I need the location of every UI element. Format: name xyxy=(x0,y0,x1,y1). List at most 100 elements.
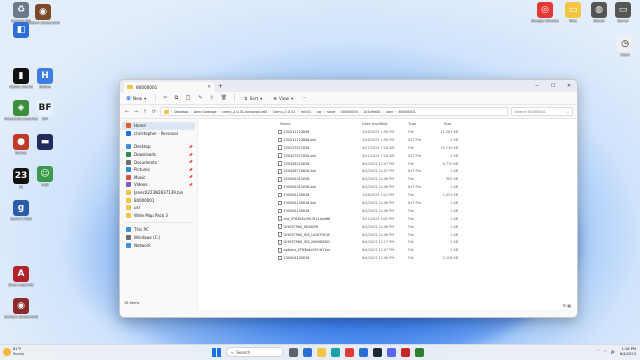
cut-icon[interactable]: ✂ xyxy=(163,95,167,101)
sidebar-item[interactable]: Janec0223N2837139.bin xyxy=(120,189,197,197)
desktop-icon[interactable]: ◉Eastern Screenshot 2 xyxy=(4,298,38,319)
table-row[interactable]: 230227071826 3/27/2023 7:18 AM File 15,739 … xyxy=(278,144,577,152)
sidebar-item[interactable]: This PC xyxy=(120,226,197,234)
sidebar-item[interactable]: Videos 📌 xyxy=(120,181,197,189)
desktop-icon[interactable]: g Garry's Mod xyxy=(4,200,38,221)
new-tab-button[interactable]: + xyxy=(218,83,223,90)
wifi-icon[interactable]: ◠ xyxy=(603,349,607,354)
more-options-icon[interactable]: ··· xyxy=(302,95,307,101)
share-icon[interactable]: ⇪ xyxy=(210,95,214,101)
file-name-cell: 230427071826.ext xyxy=(278,153,330,158)
minimize-button[interactable]: ─ xyxy=(529,80,545,92)
steam-icon[interactable] xyxy=(373,347,382,357)
table-row[interactable]: ant_ST83b4c0913f11a4d68f01849a6d 3/31/202… xyxy=(278,215,577,223)
table-row[interactable]: 230428770828.ext 6/4/2023 12:07 PM EXT Fil… xyxy=(278,167,577,175)
edge-icon[interactable] xyxy=(331,347,340,357)
app-green-icon[interactable] xyxy=(415,347,424,357)
refresh-icon[interactable]: ⟳ xyxy=(151,109,157,115)
sidebar-item[interactable]: usr xyxy=(120,204,197,212)
sidebar-item[interactable]: christopher - Personal xyxy=(120,130,197,138)
file-date: 3/27/2023 7:18 AM xyxy=(362,145,395,150)
breadcrumb-item[interactable]: save xyxy=(327,110,335,114)
start-button[interactable] xyxy=(212,347,221,357)
widgets-icon[interactable] xyxy=(303,347,312,357)
clock[interactable]: 1:16 PM 6/4/2023 xyxy=(620,347,636,357)
desktop-icon[interactable]: ☺ Golf xyxy=(28,166,62,187)
table-row[interactable]: options_ST83b4c0913f11a4d68f01484E 6/4/20… xyxy=(278,246,577,254)
chrome-icon[interactable] xyxy=(345,347,354,357)
new-button[interactable]: ⊕ New ▾ xyxy=(124,94,148,103)
breadcrumb-item[interactable]: user xyxy=(386,110,393,114)
search-input[interactable]: Search 80000001 ⌕ xyxy=(511,107,573,116)
sidebar-item[interactable]: Downloads 📌 xyxy=(120,151,197,159)
sidebar-item[interactable]: Network xyxy=(120,241,197,249)
forward-arrow-icon[interactable]: → xyxy=(133,109,139,115)
breadcrumb-item[interactable]: Desktop xyxy=(174,110,188,114)
sidebar-item[interactable]: Documents 📌 xyxy=(120,158,197,166)
column-name[interactable]: Name xyxy=(280,122,340,126)
paste-icon[interactable]: 📋 xyxy=(185,95,191,101)
tab-80000001[interactable]: 80000001 ✕ xyxy=(124,82,214,92)
column-size[interactable]: Size xyxy=(444,122,468,126)
breadcrumb-item[interactable]: mlc01 xyxy=(301,110,311,114)
desktop-icon[interactable]: ▭ Server xyxy=(606,2,640,23)
task-view-icon[interactable] xyxy=(289,347,298,357)
table-row[interactable]: 230504013058.ext 6/4/2023 12:06 PM EXT Fil… xyxy=(278,183,577,191)
taskbar-search[interactable]: ⌕ Search xyxy=(226,347,284,357)
weather-widget[interactable]: 81°F Sunny xyxy=(3,347,24,356)
column-type[interactable]: Type xyxy=(408,122,444,126)
table-row[interactable]: 230504130618 1/28/2023 3:22 PM File 1,053 K… xyxy=(278,191,577,199)
delete-icon[interactable]: 🗑 xyxy=(221,95,227,101)
column-date[interactable]: Date modified xyxy=(362,122,408,126)
breadcrumb-item[interactable]: 80000001 xyxy=(398,110,415,114)
desktop-icon[interactable]: BF BFF xyxy=(28,100,62,121)
table-row[interactable]: 230504130618 6/4/2023 12:06 PM File 2,128 K… xyxy=(278,254,577,262)
sort-button[interactable]: ⇅ Sort ▾ xyxy=(242,95,264,102)
chevron-up-icon[interactable]: ˄ xyxy=(597,349,599,354)
sidebar-item[interactable]: Wide Map Pack 3 xyxy=(120,212,197,220)
table-row[interactable]: 230211123848 3/26/2023 1:56 PM File 11,583 … xyxy=(278,128,577,136)
file-explorer-icon[interactable] xyxy=(317,347,326,357)
app-red-icon[interactable] xyxy=(401,347,410,357)
sidebar-item[interactable]: Pictures 📌 xyxy=(120,166,197,174)
table-row[interactable]: GHOST9KK_IDS_INUNDERGROUND_WORLD 6/4/2023… xyxy=(278,238,577,246)
breadcrumb[interactable]: › Desktop › Alex Garbage › cemu_2.0-31-window… xyxy=(160,107,508,116)
breadcrumb-item[interactable]: Cemu_2.0-31 xyxy=(273,110,296,114)
table-row[interactable]: 230211123848.ext 3/26/2023 1:56 PM EXT Fil… xyxy=(278,136,577,144)
desktop-icon[interactable]: H Hollow xyxy=(28,68,62,89)
table-row[interactable]: 230504130618 6/4/2023 12:06 PM File 1 KB xyxy=(278,207,577,215)
breadcrumb-item[interactable]: usr xyxy=(317,110,322,114)
breadcrumb-item[interactable]: 00050000 xyxy=(340,110,357,114)
table-row[interactable]: 230504130618.ext 6/4/2023 12:06 PM EXT Fil… xyxy=(278,199,577,207)
breadcrumb-item[interactable]: cemu_2.0-31-windows-x64 xyxy=(222,110,267,114)
back-arrow-icon[interactable]: ← xyxy=(124,109,130,115)
sidebar-item-label: Windows (C:) xyxy=(134,235,161,241)
sidebar-item[interactable]: Desktop 📌 xyxy=(120,143,197,151)
desktop-icon[interactable]: A Apex Legends xyxy=(4,266,38,287)
desktop-icon[interactable]: ◧ xyxy=(4,22,38,39)
sidebar-item[interactable]: Windows (C:) xyxy=(120,234,197,242)
volume-icon[interactable]: 🔊 xyxy=(611,349,616,354)
view-button[interactable]: ☰ View ▾ xyxy=(271,95,295,102)
table-row[interactable]: GHOST9KK_HEADER 6/4/2023 12:06 PM File 1 KB xyxy=(278,223,577,231)
up-arrow-icon[interactable]: ↑ xyxy=(142,109,148,115)
table-row[interactable]: 230428210828 6/4/2023 12:07 PM File 4,770 K… xyxy=(278,160,577,168)
table-row[interactable]: GHOST9KK_IDS_LIGHTHOUSE_WORLD 6/4/2023 12… xyxy=(278,231,577,239)
maximize-button[interactable]: ☐ xyxy=(545,80,561,92)
desktop-icon[interactable]: ▬ xyxy=(28,134,62,151)
view-toggle-icons[interactable]: ☰ ▦ xyxy=(562,303,571,308)
discord-icon[interactable] xyxy=(387,347,396,357)
rename-icon[interactable]: ✎ xyxy=(198,95,202,101)
sidebar-item[interactable]: 80000001 xyxy=(120,196,197,204)
breadcrumb-item[interactable]: Alex Garbage xyxy=(194,110,217,114)
table-row[interactable]: 230427071826.ext 3/31/2023 7:18 AM EXT Fil… xyxy=(278,152,577,160)
breadcrumb-item[interactable]: 101d9d00 xyxy=(363,110,380,114)
store-icon[interactable] xyxy=(359,347,368,357)
close-window-button[interactable]: ✕ xyxy=(561,80,577,92)
sidebar-item[interactable]: Home xyxy=(122,122,195,130)
table-row[interactable]: 230504013058 6/4/2023 12:06 PM File 900 KB xyxy=(278,175,577,183)
desktop-icon[interactable]: ◷ Clock xyxy=(608,36,640,57)
copy-icon[interactable]: ⧉ xyxy=(174,95,178,101)
sidebar-item[interactable]: Music 📌 xyxy=(120,174,197,182)
close-tab-icon[interactable]: ✕ xyxy=(207,85,211,90)
